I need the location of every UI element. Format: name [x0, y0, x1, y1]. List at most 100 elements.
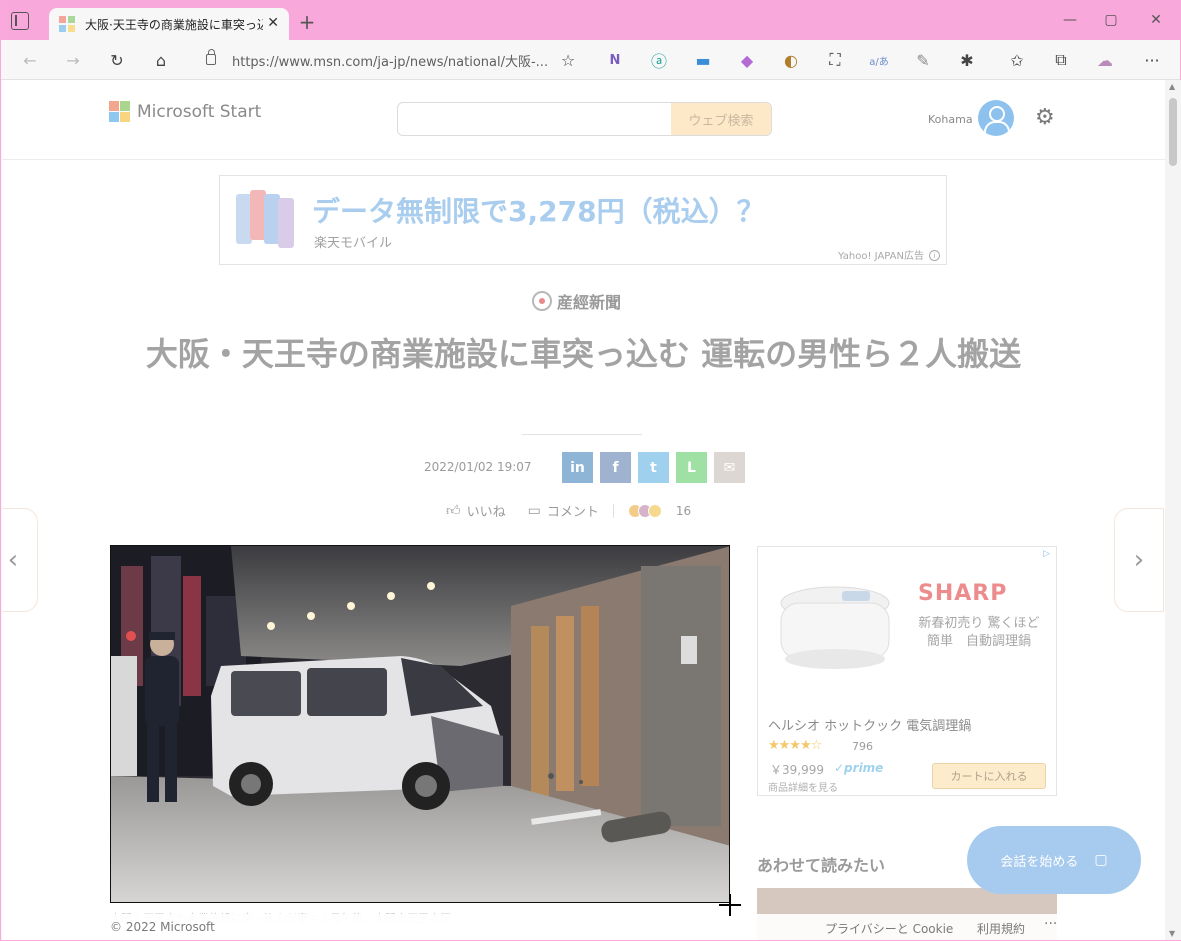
prime-badge: ✓prime: [834, 761, 884, 775]
product-detail-link[interactable]: 商品詳細を見る: [768, 779, 838, 794]
more-menu-icon[interactable]: ···: [1141, 50, 1163, 70]
avatar[interactable]: [978, 100, 1014, 136]
thumbs-up-icon: 👍︎: [446, 503, 461, 519]
ad-choices-icon[interactable]: ▷: [1043, 549, 1053, 559]
close-tab-icon[interactable]: ✕: [267, 15, 279, 31]
next-article-button[interactable]: ›: [1114, 508, 1164, 612]
new-tab-button[interactable]: +: [297, 10, 317, 34]
reaction-count: 16: [675, 503, 692, 518]
publisher-name: 産經新聞: [557, 293, 622, 312]
address-bar[interactable]: https://www.msn.com/ja-jp/news/national/…: [196, 46, 596, 74]
rating-count: 796: [852, 740, 873, 753]
like-button[interactable]: 👍︎ いいね: [446, 501, 506, 520]
share-linkedin-button[interactable]: in: [562, 452, 593, 483]
search-input[interactable]: [398, 103, 671, 135]
cooker-image: [776, 581, 894, 673]
comment-button[interactable]: ▭ コメント: [527, 501, 599, 521]
reaction-divider: [612, 503, 614, 518]
s-extension-icon[interactable]: ◐: [780, 50, 802, 70]
scroll-down-icon[interactable]: ▼: [1169, 929, 1175, 938]
scroll-thumb[interactable]: [1169, 98, 1177, 166]
extensions-icon[interactable]: ✱: [956, 50, 978, 70]
ad-price: ￥39,999: [770, 763, 824, 777]
previous-article-button[interactable]: ‹: [2, 508, 38, 612]
ad-brand: SHARP: [918, 581, 1008, 606]
header-divider: [2, 159, 1165, 160]
terms-link[interactable]: 利用規約: [977, 920, 1025, 937]
vertical-scrollbar[interactable]: ▲ ▼: [1165, 80, 1181, 940]
gear-icon[interactable]: ⚙: [1035, 107, 1055, 129]
url-text[interactable]: https://www.msn.com/ja-jp/news/national/…: [232, 51, 552, 70]
maximize-icon[interactable]: ▢: [1096, 8, 1126, 32]
privacy-link[interactable]: プライバシーと Cookie: [825, 920, 953, 937]
chat-bubble-icon: ▢: [1094, 852, 1108, 868]
translate-extension-icon[interactable]: a/あ: [868, 50, 890, 70]
home-icon[interactable]: ⌂: [150, 50, 172, 70]
chat-extension-icon[interactable]: ▬: [692, 50, 714, 70]
microsoft-logo-icon: [109, 101, 130, 122]
msn-favicon-icon: [59, 16, 75, 32]
favorites-icon[interactable]: ✩: [1006, 50, 1028, 70]
screenshot-icon[interactable]: ⛶: [824, 50, 846, 70]
share-line-button[interactable]: L: [676, 452, 707, 483]
share-twitter-button[interactable]: t: [638, 452, 669, 483]
article-photo[interactable]: [110, 545, 730, 903]
collections-icon[interactable]: ⧉: [1050, 50, 1072, 70]
start-conversation-button[interactable]: 会話を始める ▢: [967, 826, 1141, 894]
minimize-icon[interactable]: —: [1055, 8, 1085, 32]
add-favorite-icon[interactable]: ☆: [557, 50, 579, 70]
crosshair-cursor-icon: [719, 894, 741, 916]
web-search-button[interactable]: ウェブ検索: [671, 103, 771, 135]
chevron-left-icon: ‹: [7, 545, 19, 575]
side-product-ad[interactable]: ▷ SHARP 新春初売り 驚くほど簡単 自動調理鍋 ヘルシオ ホットクック 電…: [757, 546, 1057, 796]
like-label: いいね: [466, 505, 506, 520]
pen-extension-icon[interactable]: ✎: [912, 50, 934, 70]
comment-icon: ▭: [527, 502, 541, 519]
scroll-up-icon[interactable]: ▲: [1169, 82, 1175, 91]
headline-divider: [522, 434, 642, 435]
ad-advertiser: 楽天モバイル: [314, 236, 393, 251]
rating-stars: ★★★★☆: [768, 738, 822, 753]
search-box: ウェブ検索: [397, 102, 772, 136]
related-heading: あわせて読みたい: [757, 856, 886, 875]
ad-product-name[interactable]: ヘルシオ ホットクック 電気調理鍋: [768, 715, 971, 734]
browser-toolbar: ← → ↻ ⌂ https://www.msn.com/ja-jp/news/n…: [1, 40, 1180, 80]
box-extension-icon[interactable]: ◆: [736, 50, 758, 70]
chevron-right-icon: ›: [1133, 545, 1145, 575]
back-icon[interactable]: ←: [19, 50, 41, 70]
extension-a-icon[interactable]: ⓐ: [648, 50, 670, 71]
chat-label: 会話を始める: [1000, 854, 1079, 870]
reaction-emojis[interactable]: [627, 503, 662, 518]
onenote-icon[interactable]: N: [604, 50, 626, 70]
forward-icon[interactable]: →: [62, 50, 84, 70]
page-footer: © 2022 Microsoft プライバシーと Cookie 利用規約 ···: [2, 914, 1165, 940]
share-email-button[interactable]: ✉: [714, 452, 745, 483]
lock-icon[interactable]: [206, 49, 216, 65]
publisher[interactable]: 産經新聞: [532, 289, 621, 313]
ad-headline[interactable]: データ無制限で3,278円（税込）？: [312, 190, 765, 230]
tab-title: 大阪·天王寺の商業施設に車突っ込: [85, 17, 263, 32]
reaction-bar: 👍︎ いいね ▭ コメント 16: [446, 501, 692, 521]
ad-info-icon[interactable]: i: [929, 250, 940, 261]
add-to-cart-button[interactable]: カートに入れる: [932, 763, 1046, 789]
phones-image: [234, 188, 296, 250]
tab-active[interactable]: 大阪·天王寺の商業施設に車突っ込 ✕: [49, 8, 289, 40]
tab-actions-icon[interactable]: [11, 12, 29, 30]
profile-icon[interactable]: ☁: [1094, 50, 1116, 70]
browser-window: 大阪·天王寺の商業施設に車突っ込 ✕ + — ▢ ✕ ← → ↻ ⌂ https…: [1, 0, 1181, 940]
microsoft-start-logo[interactable]: Microsoft Start: [109, 101, 261, 122]
refresh-icon[interactable]: ↻: [106, 50, 128, 70]
article-date: 2022/01/02 19:07: [424, 460, 532, 474]
share-facebook-button[interactable]: f: [600, 452, 631, 483]
top-banner-ad[interactable]: データ無制限で3,278円（税込）？ 楽天モバイル Yahoo! JAPAN広告…: [219, 175, 947, 265]
tab-bar: 大阪·天王寺の商業施設に車突っ込 ✕ + — ▢ ✕: [1, 0, 1180, 40]
footer-more-icon[interactable]: ···: [1044, 916, 1057, 932]
article-headline: 大阪・天王寺の商業施設に車突っ込む 運転の男性ら２人搬送: [145, 335, 1022, 373]
smile-emoji-icon: [647, 503, 662, 518]
comment-label: コメント: [546, 505, 599, 520]
ad-copy: 新春初売り 驚くほど簡単 自動調理鍋: [918, 616, 1040, 649]
ad-label: Yahoo! JAPAN広告: [838, 251, 924, 262]
user-name[interactable]: Kohama: [928, 113, 973, 126]
copyright-text: © 2022 Microsoft: [110, 920, 215, 934]
close-window-icon[interactable]: ✕: [1141, 8, 1171, 32]
